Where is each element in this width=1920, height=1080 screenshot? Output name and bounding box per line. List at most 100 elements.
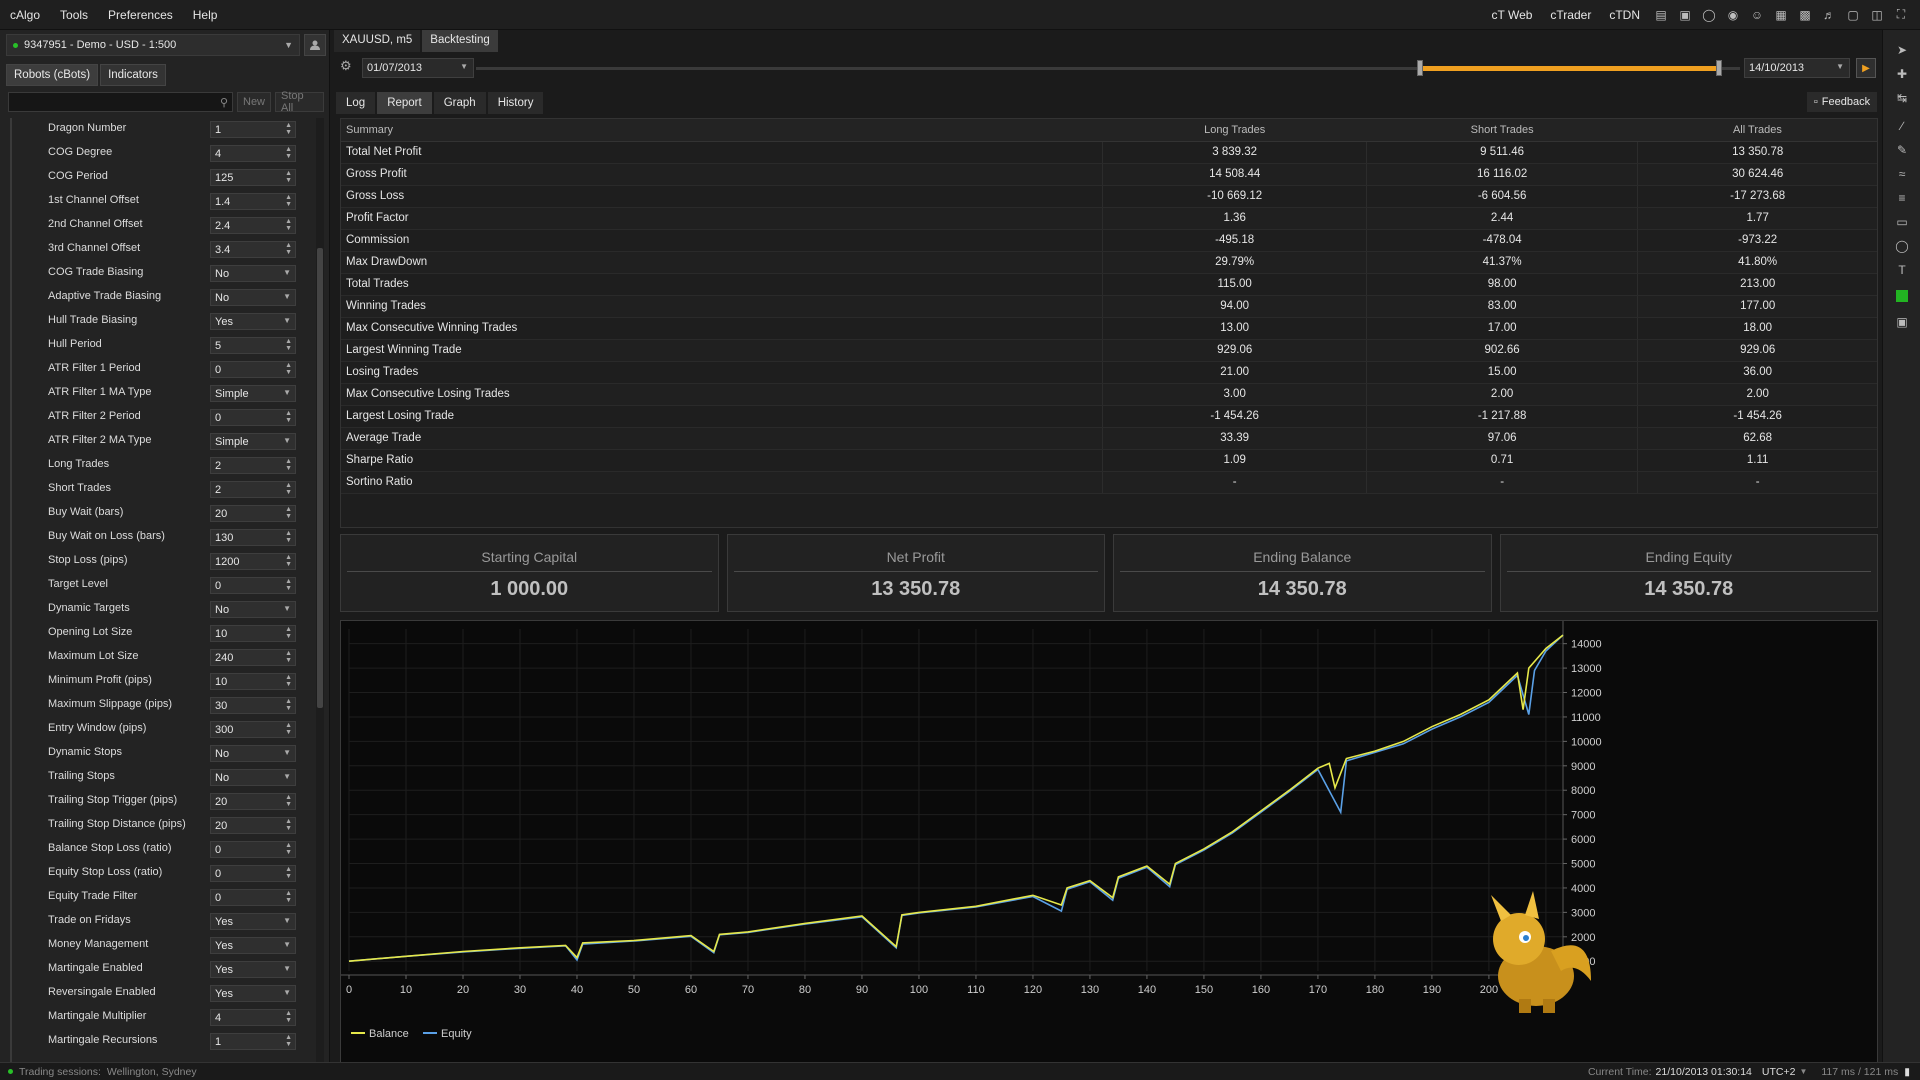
parameter-stepper[interactable]: 2 ▲ ▼ [210,481,296,498]
chevron-down-icon[interactable]: ▼ [283,436,291,445]
parameter-stepper[interactable]: 5 ▲ ▼ [210,337,296,354]
stepper-arrows-icon[interactable]: ▲ ▼ [285,674,292,688]
stepper-arrows-icon[interactable]: ▲ ▼ [285,194,292,208]
stepper-arrows-icon[interactable]: ▲ ▼ [285,650,292,664]
sound-icon[interactable]: ♬ [1820,8,1838,22]
parameter-stepper[interactable]: 30 ▲ ▼ [210,697,296,714]
parameter-stepper[interactable]: 1200 ▲ ▼ [210,553,296,570]
language-icon[interactable]: ▢ [1844,8,1862,22]
measure-icon[interactable]: ↹ [1892,88,1912,108]
end-date-picker[interactable]: 14/10/2013 ▼ [1744,58,1850,78]
range-end-handle[interactable] [1716,60,1722,76]
menu-help[interactable]: Help [183,8,228,22]
stepper-arrows-icon[interactable]: ▲ ▼ [285,842,292,856]
parameter-dropdown[interactable]: No ▼ [210,769,296,786]
ellipse-icon[interactable]: ◯ [1892,236,1912,256]
parameter-dropdown[interactable]: Yes ▼ [210,937,296,954]
parameter-dropdown[interactable]: Simple ▼ [210,385,296,402]
color-picker-icon[interactable] [1892,286,1912,306]
parameter-stepper[interactable]: 2.4 ▲ ▼ [210,217,296,234]
fullscreen-icon[interactable]: ⛶ [1892,7,1910,22]
parameter-stepper[interactable]: 300 ▲ ▼ [210,721,296,738]
stepper-arrows-icon[interactable]: ▲ ▼ [285,218,292,232]
link-ctdn[interactable]: cTDN [1603,8,1646,22]
parameter-dropdown[interactable]: No ▼ [210,745,296,762]
calculator-icon[interactable]: ▦ [1772,8,1790,22]
parameter-stepper[interactable]: 1 ▲ ▼ [210,121,296,138]
link-ct-web[interactable]: cT Web [1486,8,1539,22]
parameter-dropdown[interactable]: Yes ▼ [210,313,296,330]
play-icon[interactable]: ▶ [1856,58,1876,78]
stepper-arrows-icon[interactable]: ▲ ▼ [285,530,292,544]
new-robot-button[interactable]: New [237,92,272,112]
parameter-stepper[interactable]: 4 ▲ ▼ [210,145,296,162]
parameter-dropdown[interactable]: No ▼ [210,601,296,618]
stop-all-button[interactable]: Stop All [275,90,324,114]
parameter-dropdown[interactable]: Yes ▼ [210,985,296,1002]
stepper-arrows-icon[interactable]: ▲ ▼ [285,338,292,352]
chevron-down-icon[interactable]: ▼ [283,964,291,973]
start-date-picker[interactable]: 01/07/2013 ▼ [362,58,474,78]
parameter-stepper[interactable]: 240 ▲ ▼ [210,649,296,666]
parameter-stepper[interactable]: 125 ▲ ▼ [210,169,296,186]
calendar-icon[interactable]: ▩ [1796,8,1814,22]
parameter-stepper[interactable]: 10 ▲ ▼ [210,673,296,690]
stepper-arrows-icon[interactable]: ▲ ▼ [285,482,292,496]
support-icon[interactable]: ◉ [1724,8,1742,22]
stepper-arrows-icon[interactable]: ▲ ▼ [285,698,292,712]
chevron-down-icon[interactable]: ▼ [283,940,291,949]
chevron-down-icon[interactable]: ▼ [283,388,291,397]
parameter-stepper[interactable]: 2 ▲ ▼ [210,457,296,474]
stepper-arrows-icon[interactable]: ▲ ▼ [285,458,292,472]
levels-icon[interactable]: ≡ [1892,188,1912,208]
chevron-down-icon[interactable]: ▼ [283,268,291,277]
robot-search-input[interactable]: ⚲ [8,92,233,112]
chevron-down-icon[interactable]: ▼ [283,772,291,781]
stepper-arrows-icon[interactable]: ▲ ▼ [285,626,292,640]
stepper-arrows-icon[interactable]: ▲ ▼ [285,242,292,256]
stepper-arrows-icon[interactable]: ▲ ▼ [285,1010,292,1024]
stepper-arrows-icon[interactable]: ▲ ▼ [285,122,292,136]
chevron-down-icon[interactable]: ▼ [283,604,291,613]
chevron-down-icon[interactable]: ▼ [283,316,291,325]
parameter-stepper[interactable]: 3.4 ▲ ▼ [210,241,296,258]
account-selector[interactable]: 9347951 - Demo - USD - 1:500 ▼ [6,34,300,56]
feedback-button[interactable]: ▫ Feedback [1807,92,1877,112]
user-icon[interactable]: ☺ [1748,8,1766,22]
parameter-stepper[interactable]: 1 ▲ ▼ [210,1033,296,1050]
video-icon[interactable]: ▣ [1676,8,1694,22]
parameter-dropdown[interactable]: No ▼ [210,289,296,306]
pen-icon[interactable]: ✎ [1892,140,1912,160]
tab-xauusd-m5[interactable]: XAUUSD, m5 [334,30,421,52]
parameter-dropdown[interactable]: Yes ▼ [210,913,296,930]
gear-icon[interactable]: ⚙ [340,58,358,78]
menu-tools[interactable]: Tools [50,8,98,22]
tab-log[interactable]: Log [336,92,376,114]
stepper-arrows-icon[interactable]: ▲ ▼ [285,506,292,520]
parameter-stepper[interactable]: 0 ▲ ▼ [210,841,296,858]
stepper-arrows-icon[interactable]: ▲ ▼ [285,794,292,808]
tab-report[interactable]: Report [377,92,432,114]
parameter-stepper[interactable]: 0 ▲ ▼ [210,865,296,882]
parameter-stepper[interactable]: 4 ▲ ▼ [210,1009,296,1026]
stepper-arrows-icon[interactable]: ▲ ▼ [285,362,292,376]
parameter-stepper[interactable]: 10 ▲ ▼ [210,625,296,642]
parameters-scrollbar[interactable] [316,118,324,1080]
document-icon[interactable]: ▤ [1652,8,1670,22]
parameter-stepper[interactable]: 20 ▲ ▼ [210,817,296,834]
parameter-stepper[interactable]: 20 ▲ ▼ [210,793,296,810]
menu-preferences[interactable]: Preferences [98,8,183,22]
parameter-stepper[interactable]: 0 ▲ ▼ [210,361,296,378]
camera-icon[interactable]: ▣ [1892,312,1912,332]
parameter-stepper[interactable]: 20 ▲ ▼ [210,505,296,522]
link-ctrader[interactable]: cTrader [1544,8,1597,22]
rectangle-icon[interactable]: ▭ [1892,212,1912,232]
stepper-arrows-icon[interactable]: ▲ ▼ [285,722,292,736]
tab-history[interactable]: History [487,92,544,114]
layout-icon[interactable]: ◫ [1868,8,1886,22]
stepper-arrows-icon[interactable]: ▲ ▼ [285,170,292,184]
parameter-dropdown[interactable]: No ▼ [210,265,296,282]
parameter-stepper[interactable]: 130 ▲ ▼ [210,529,296,546]
crosshair-icon[interactable]: ✚ [1892,64,1912,84]
chevron-down-icon[interactable]: ▼ [283,292,291,301]
